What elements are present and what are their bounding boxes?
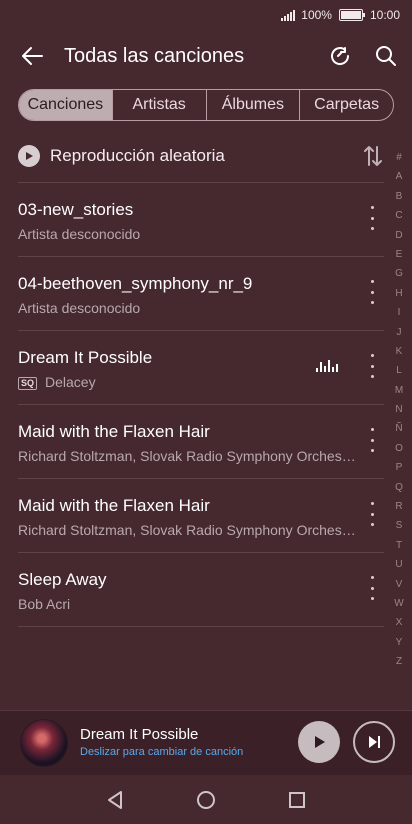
song-title: Sleep Away [18, 570, 107, 589]
index-letter[interactable]: Ñ [395, 419, 402, 438]
index-letter[interactable]: E [396, 245, 403, 264]
song-title: Maid with the Flaxen Hair [18, 422, 210, 441]
play-icon [18, 145, 40, 167]
song-title: 03-new_stories [18, 200, 134, 219]
alphabet-index[interactable]: # A B C D E G H I J K L M N Ñ O P Q R S T U V W X Y Z [392, 148, 406, 672]
tab-artistas[interactable]: Artistas [111, 90, 206, 120]
system-nav-bar [0, 775, 412, 824]
index-letter[interactable]: Y [396, 633, 403, 652]
index-letter[interactable]: A [396, 167, 403, 186]
more-options-icon[interactable] [362, 280, 382, 304]
index-letter[interactable]: # [396, 148, 402, 167]
song-artist: Artista desconocido [18, 226, 141, 242]
index-letter[interactable]: R [395, 497, 402, 516]
index-letter[interactable]: S [396, 516, 403, 535]
clock: 10:00 [369, 8, 400, 22]
index-letter[interactable]: G [395, 264, 403, 283]
song-title: Maid with the Flaxen Hair [18, 496, 210, 515]
song-title: 04-beethoven_symphony_nr_9 [18, 274, 253, 293]
tab-carpetas[interactable]: Carpetas [299, 90, 393, 120]
index-letter[interactable]: H [395, 284, 402, 303]
song-row[interactable]: 04-beethoven_symphony_nr_9 Artista desco… [18, 256, 388, 330]
index-letter[interactable]: L [396, 361, 402, 380]
tab-canciones[interactable]: Canciones [19, 90, 112, 120]
index-letter[interactable]: K [396, 342, 403, 361]
page-title: Todas las canciones [64, 44, 245, 67]
nav-home-icon[interactable] [191, 785, 221, 815]
index-letter[interactable]: P [396, 458, 403, 477]
song-row[interactable]: 03-new_stories Artista desconocido [18, 182, 388, 256]
index-letter[interactable]: I [398, 303, 401, 322]
index-letter[interactable]: C [395, 206, 402, 225]
nav-back-icon[interactable] [100, 785, 130, 815]
song-title: Dream It Possible [18, 348, 153, 367]
sort-icon[interactable] [362, 144, 384, 168]
index-letter[interactable]: U [395, 555, 402, 574]
index-letter[interactable]: W [394, 594, 403, 613]
index-letter[interactable]: M [395, 381, 403, 400]
index-letter[interactable]: O [395, 439, 403, 458]
index-letter[interactable]: N [395, 400, 402, 419]
play-button[interactable] [298, 721, 340, 763]
more-options-icon[interactable] [362, 354, 382, 378]
more-options-icon[interactable] [362, 206, 382, 230]
more-options-icon[interactable] [362, 576, 382, 600]
app-bar: Todas las canciones [0, 32, 412, 80]
song-row[interactable]: Sleep Away Bob Acri [18, 552, 388, 626]
song-row[interactable]: Maid with the Flaxen Hair Richard Stoltz… [18, 404, 388, 478]
mini-player[interactable]: Dream It Possible Deslizar para cambiar … [0, 710, 412, 775]
player-hint: Deslizar para cambiar de canción [80, 746, 244, 758]
player-title: Dream It Possible [80, 726, 199, 743]
index-letter[interactable]: T [396, 536, 402, 555]
tab-bar: Canciones Artistas Álbumes Carpetas [18, 89, 394, 121]
refresh-icon[interactable] [320, 36, 360, 76]
index-letter[interactable]: Z [396, 652, 402, 671]
song-artist: Richard Stoltzman, Slovak Radio Symphony… [18, 522, 358, 538]
index-letter[interactable]: V [396, 575, 403, 594]
play-icon [315, 736, 325, 748]
song-artist: Artista desconocido [18, 300, 141, 316]
song-row[interactable]: Maid with the Flaxen Hair Richard Stoltz… [18, 478, 388, 552]
tab-albumes[interactable]: Álbumes [205, 90, 300, 120]
song-artist: Richard Stoltzman, Slovak Radio Symphony… [18, 448, 358, 464]
search-icon[interactable] [366, 36, 406, 76]
now-playing-icon [316, 360, 338, 372]
shuffle-label: Reproducción aleatoria [50, 146, 225, 165]
song-artist: Bob Acri [18, 596, 71, 612]
song-row[interactable]: Dream It Possible SQ Delacey [18, 330, 388, 404]
battery-percent: 100% [301, 8, 332, 22]
index-letter[interactable]: D [395, 226, 402, 245]
song-artist-line: SQ Delacey [18, 374, 358, 390]
status-bar: 100% 10:00 [0, 0, 412, 30]
signal-icon [281, 9, 296, 21]
arrow-left-icon[interactable] [10, 34, 54, 78]
index-letter[interactable]: J [397, 323, 402, 342]
index-letter[interactable]: X [396, 613, 403, 632]
sq-badge: SQ [18, 376, 38, 390]
more-options-icon[interactable] [362, 428, 382, 452]
index-letter[interactable]: Q [395, 478, 403, 497]
album-art [20, 719, 68, 767]
shuffle-row[interactable]: Reproducción aleatoria [18, 141, 384, 171]
index-letter[interactable]: B [396, 187, 403, 206]
next-button[interactable] [353, 721, 395, 763]
battery-icon [338, 9, 365, 21]
nav-recents-icon[interactable] [282, 785, 312, 815]
divider [18, 626, 384, 627]
skip-next-icon [369, 736, 380, 748]
more-options-icon[interactable] [362, 502, 382, 526]
song-artist: Delacey [45, 374, 96, 390]
